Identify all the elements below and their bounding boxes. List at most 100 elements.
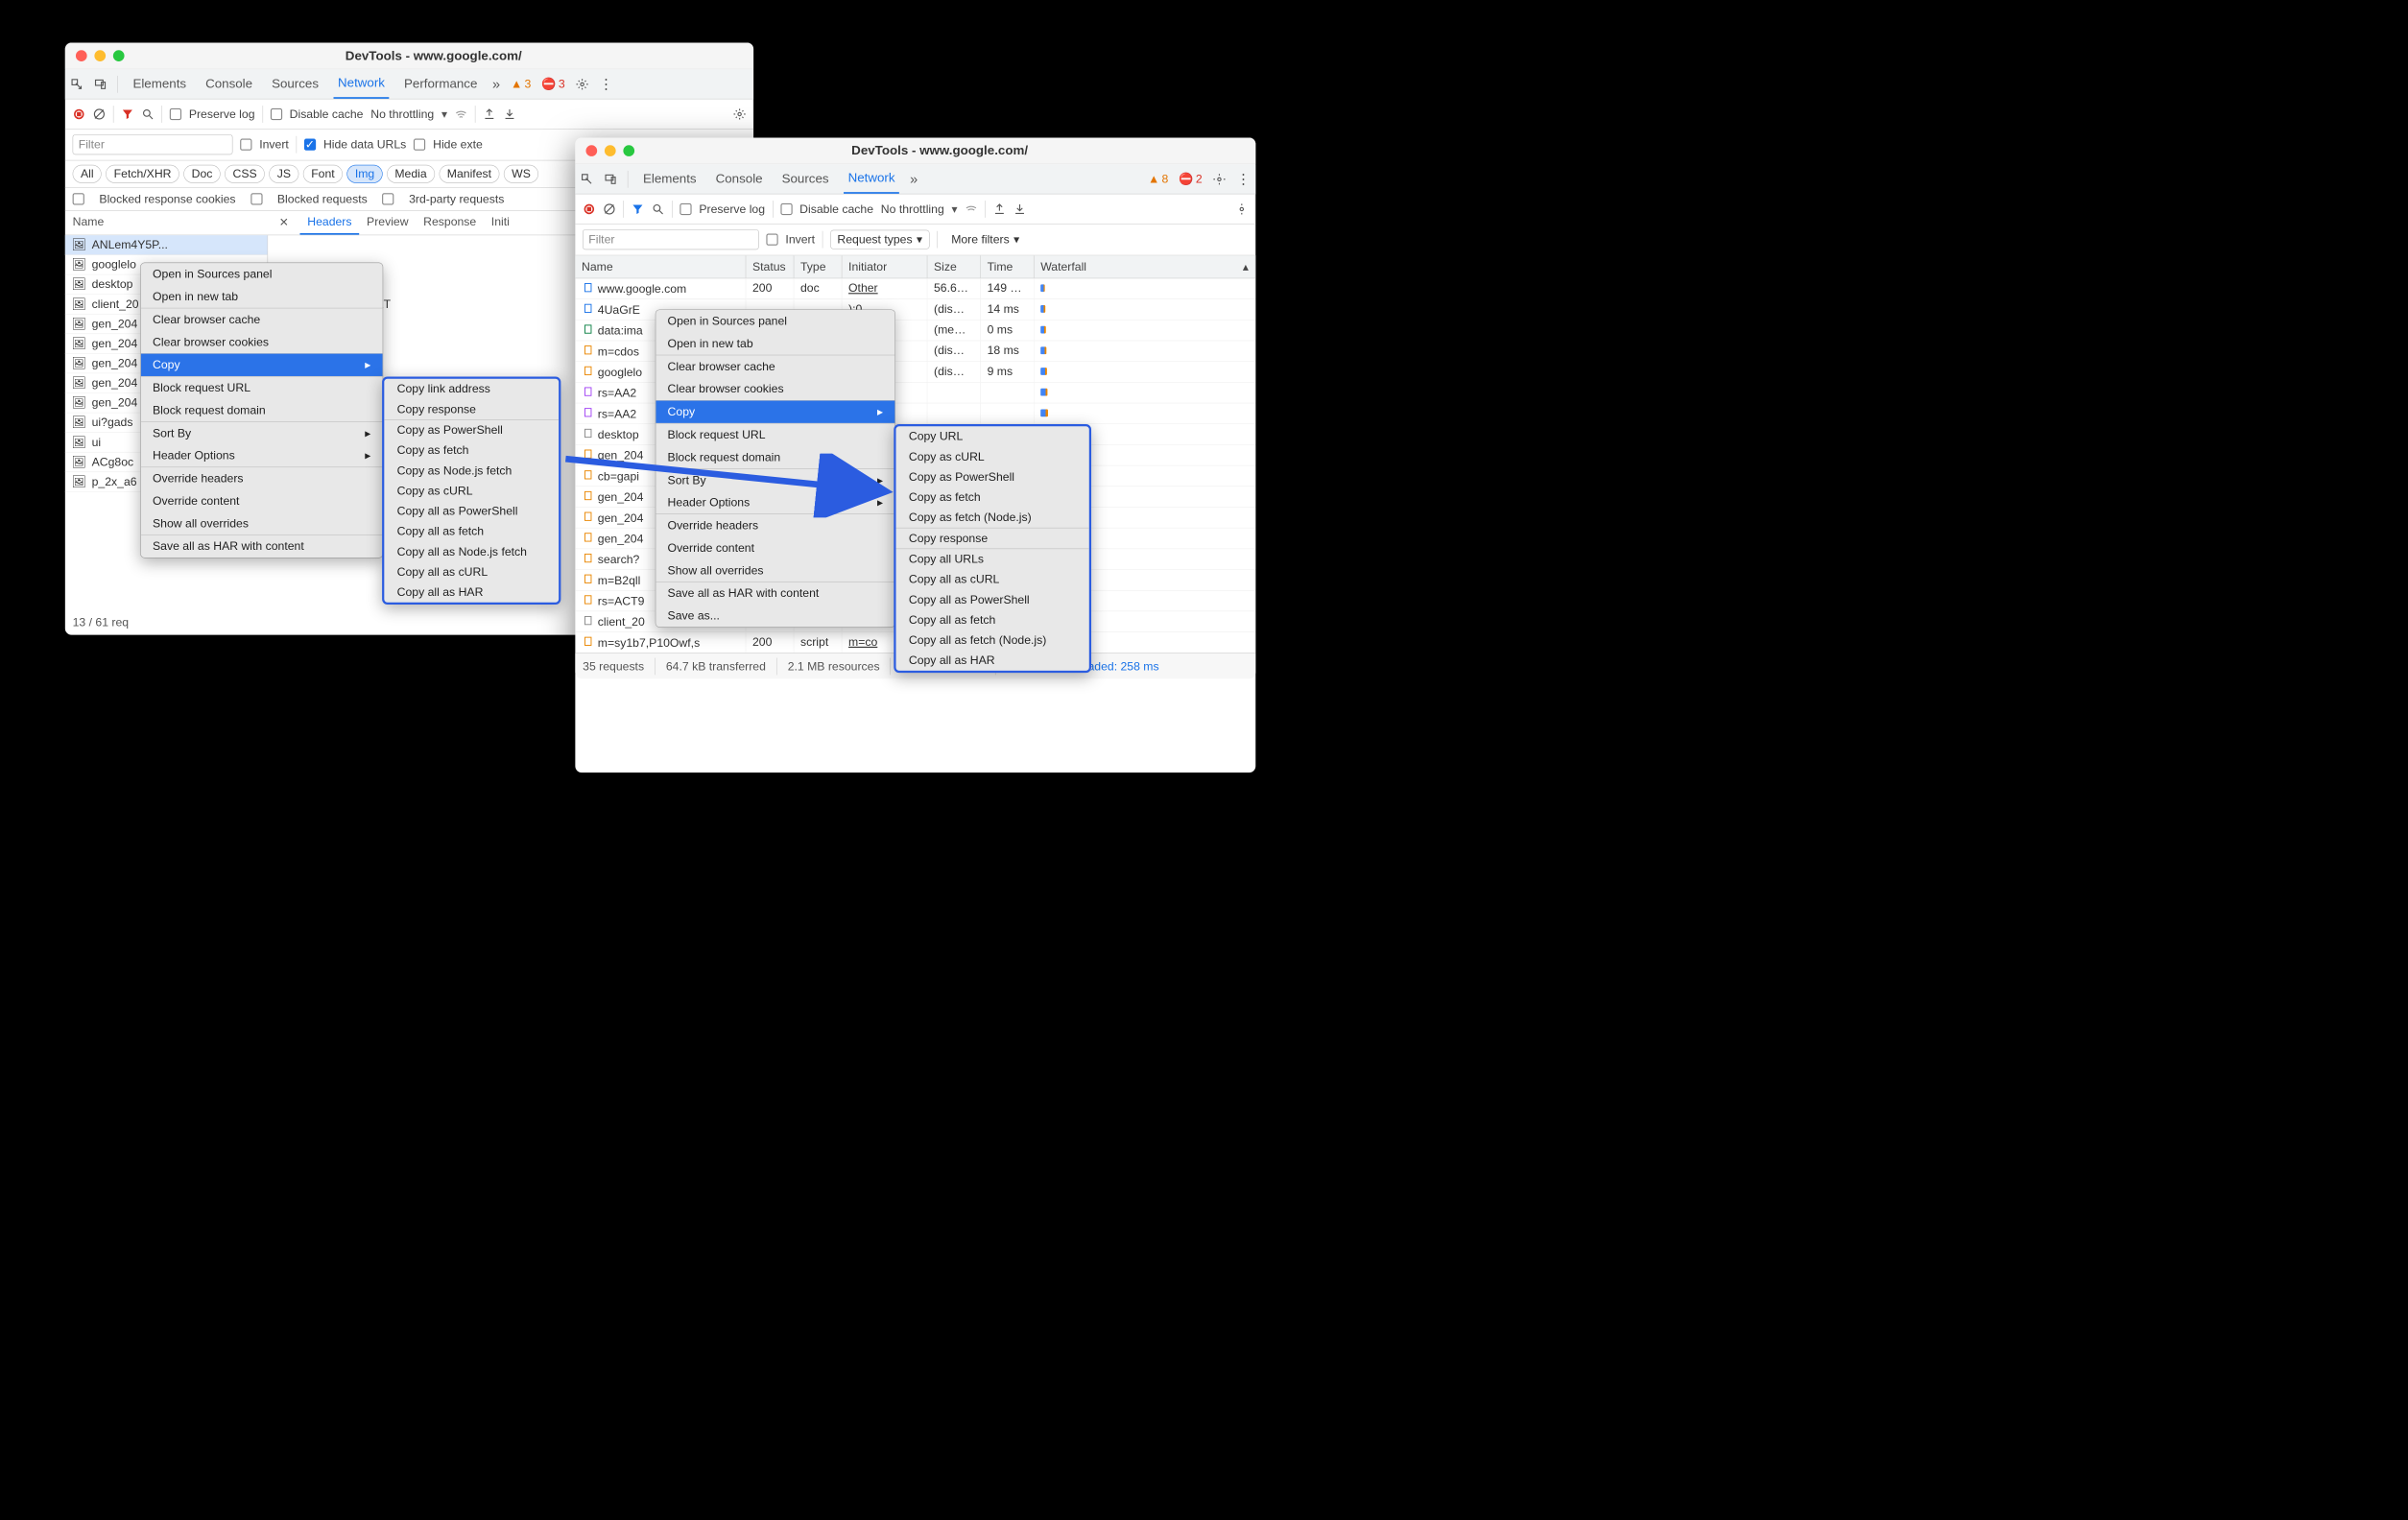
close-icon[interactable]: ×	[268, 211, 299, 235]
preview-tab[interactable]: Preview	[359, 211, 416, 235]
ctx-header-options[interactable]: Header Options▸	[656, 491, 894, 513]
ctx-override-content[interactable]: Override content	[656, 536, 894, 558]
maximize-icon[interactable]	[113, 50, 125, 61]
more-filters-dropdown[interactable]: More filters ▾	[945, 230, 1026, 249]
throttling-select[interactable]: No throttling	[370, 107, 434, 120]
table-row[interactable]: www.google.com200docOther56.6…149 …	[575, 278, 1255, 299]
search-icon[interactable]	[141, 107, 154, 120]
ctx-show-overrides[interactable]: Show all overrides	[141, 512, 383, 534]
ctx-override-headers[interactable]: Override headers	[656, 514, 894, 536]
inspect-icon[interactable]	[581, 173, 593, 185]
search-icon[interactable]	[652, 202, 664, 215]
ctx-show-overrides[interactable]: Show all overrides	[656, 559, 894, 582]
tab-performance[interactable]: Performance	[400, 69, 482, 99]
gear-icon[interactable]	[576, 78, 588, 90]
disable-cache-checkbox[interactable]	[271, 108, 282, 120]
chip-media[interactable]: Media	[387, 165, 435, 183]
device-icon[interactable]	[94, 78, 107, 90]
sub-copy-curl[interactable]: Copy as cURL	[896, 446, 1089, 466]
device-icon[interactable]	[604, 173, 616, 185]
tab-console[interactable]: Console	[202, 69, 257, 99]
minimize-icon[interactable]	[605, 145, 616, 156]
tab-console[interactable]: Console	[711, 164, 767, 194]
chevron-down-icon[interactable]: ▾	[952, 202, 958, 215]
tab-elements[interactable]: Elements	[129, 69, 191, 99]
hide-data-urls-checkbox[interactable]: ✓	[304, 139, 316, 151]
sub-copy-all-powershell[interactable]: Copy all as PowerShell	[896, 589, 1089, 609]
request-types-dropdown[interactable]: Request types ▾	[830, 230, 929, 249]
throttling-select[interactable]: No throttling	[881, 202, 944, 215]
sub-copy-powershell[interactable]: Copy as PowerShell	[384, 420, 559, 440]
sub-copy-all-urls[interactable]: Copy all URLs	[896, 549, 1089, 569]
errors-badge[interactable]: ⛔ 2	[1179, 172, 1202, 185]
ctx-open-sources[interactable]: Open in Sources panel	[656, 310, 894, 332]
col-size[interactable]: Size	[927, 255, 981, 277]
close-icon[interactable]	[76, 50, 87, 61]
preserve-log-checkbox[interactable]	[679, 203, 691, 215]
tab-network[interactable]: Network	[334, 69, 390, 99]
ctx-save-har[interactable]: Save all as HAR with content	[656, 582, 894, 605]
wifi-icon[interactable]	[455, 107, 467, 120]
ctx-open-sources[interactable]: Open in Sources panel	[141, 263, 383, 285]
warnings-badge[interactable]: ▲ 8	[1148, 172, 1168, 185]
sub-copy-all-har[interactable]: Copy all as HAR	[896, 651, 1089, 671]
kebab-icon[interactable]: ⋮	[1236, 171, 1250, 187]
sub-copy-powershell[interactable]: Copy as PowerShell	[896, 467, 1089, 487]
sub-copy-all-fetch[interactable]: Copy all as fetch	[896, 610, 1089, 630]
chip-css[interactable]: CSS	[225, 165, 265, 183]
initiator-tab[interactable]: Initi	[484, 211, 517, 235]
chip-all[interactable]: All	[73, 165, 102, 183]
tab-sources[interactable]: Sources	[777, 164, 833, 194]
sub-copy-response[interactable]: Copy response	[384, 399, 559, 419]
filter-icon[interactable]	[121, 107, 133, 120]
ctx-save-har[interactable]: Save all as HAR with content	[141, 535, 383, 558]
hide-ext-checkbox[interactable]	[414, 139, 425, 151]
kebab-icon[interactable]: ⋮	[599, 76, 612, 92]
request-row[interactable]: 🖼ANLem4Y5P...	[65, 235, 268, 255]
response-tab[interactable]: Response	[416, 211, 484, 235]
chevron-down-icon[interactable]: ▾	[441, 107, 447, 120]
chip-ws[interactable]: WS	[504, 165, 538, 183]
sub-copy-response[interactable]: Copy response	[896, 528, 1089, 548]
ctx-override-content[interactable]: Override content	[141, 489, 383, 511]
col-time[interactable]: Time	[981, 255, 1035, 277]
ctx-clear-cache[interactable]: Clear browser cache	[141, 308, 383, 330]
chip-img[interactable]: Img	[346, 165, 382, 183]
preserve-log-checkbox[interactable]	[170, 108, 181, 120]
ctx-block-domain[interactable]: Block request domain	[141, 399, 383, 421]
more-tabs-icon[interactable]: »	[910, 171, 918, 187]
ctx-clear-cookies[interactable]: Clear browser cookies	[656, 378, 894, 400]
filter-icon[interactable]	[632, 202, 644, 215]
sub-copy-all-curl[interactable]: Copy all as cURL	[896, 569, 1089, 589]
chip-js[interactable]: JS	[269, 165, 298, 183]
blocked-requests-checkbox[interactable]	[250, 193, 262, 204]
tab-sources[interactable]: Sources	[268, 69, 323, 99]
gear-icon[interactable]	[1235, 202, 1248, 215]
col-status[interactable]: Status	[746, 255, 794, 277]
sub-copy-node-fetch[interactable]: Copy as Node.js fetch	[384, 461, 559, 481]
record-icon[interactable]	[583, 202, 595, 215]
sub-copy-fetch-node[interactable]: Copy as fetch (Node.js)	[896, 508, 1089, 528]
close-icon[interactable]	[585, 145, 597, 156]
ctx-override-headers[interactable]: Override headers	[141, 467, 383, 489]
chip-manifest[interactable]: Manifest	[439, 165, 499, 183]
sub-copy-curl[interactable]: Copy as cURL	[384, 481, 559, 501]
warnings-badge[interactable]: ▲ 3	[511, 77, 531, 90]
ctx-block-url[interactable]: Block request URL	[141, 377, 383, 399]
sub-copy-all-curl[interactable]: Copy all as cURL	[384, 561, 559, 582]
gear-icon[interactable]	[733, 107, 746, 120]
disable-cache-checkbox[interactable]	[780, 203, 792, 215]
ctx-block-domain[interactable]: Block request domain	[656, 446, 894, 468]
clear-icon[interactable]	[603, 202, 615, 215]
headers-tab[interactable]: Headers	[299, 211, 359, 235]
download-icon[interactable]	[504, 107, 516, 120]
filter-input[interactable]: Filter	[73, 134, 233, 154]
blocked-cookies-checkbox[interactable]	[73, 193, 84, 204]
upload-icon[interactable]	[993, 202, 1006, 215]
ctx-copy[interactable]: Copy▸	[141, 354, 383, 376]
sub-copy-fetch[interactable]: Copy as fetch	[896, 487, 1089, 508]
filter-input[interactable]: Filter	[583, 229, 758, 249]
sub-copy-url[interactable]: Copy URL	[896, 426, 1089, 446]
minimize-icon[interactable]	[94, 50, 106, 61]
sub-copy-link[interactable]: Copy link address	[384, 379, 559, 399]
